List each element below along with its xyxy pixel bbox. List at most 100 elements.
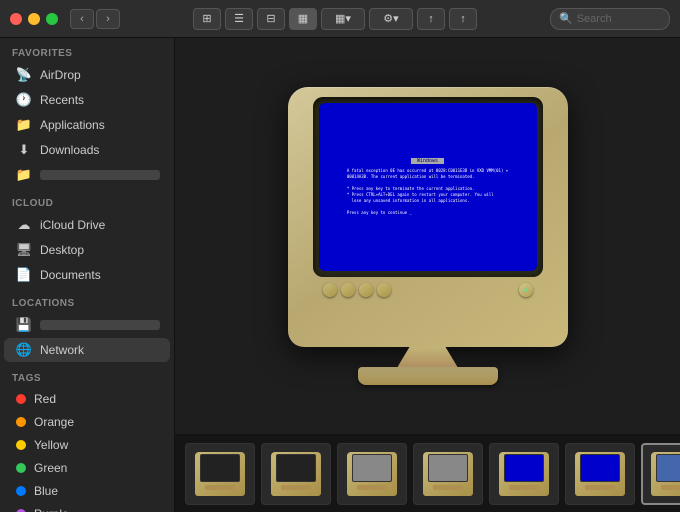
thumb-monitor-4 — [423, 452, 473, 496]
sidebar-item-recents[interactable]: 🕐 Recents — [4, 88, 170, 112]
monitor-buttons — [323, 283, 391, 297]
applications-label: Applications — [40, 118, 160, 132]
documents-label: Documents — [40, 268, 160, 282]
monitor-screen: Windows A fatal exception 0E has occurre… — [319, 103, 537, 271]
sidebar-item-tag-yellow[interactable]: Yellow — [4, 434, 170, 456]
favorites-section-label: Favorites — [0, 38, 174, 62]
monitor-btn-1[interactable] — [323, 283, 337, 297]
tag-blue-label: Blue — [34, 484, 160, 498]
sidebar-item-desktop[interactable]: 🖥 Desktop — [4, 238, 170, 262]
thumbnail-7[interactable] — [641, 443, 680, 505]
preview-area: Windows A fatal exception 0E has occurre… — [175, 38, 680, 434]
thumb-screen-7 — [656, 454, 680, 482]
power-led — [524, 288, 528, 292]
thumb-base-3 — [357, 485, 387, 490]
monitor-base — [358, 367, 498, 385]
thumbnail-6[interactable] — [565, 443, 635, 505]
sidebar-item-tag-blue[interactable]: Blue — [4, 480, 170, 502]
sidebar-item-tag-red[interactable]: Red — [4, 388, 170, 410]
thumbnail-3[interactable] — [337, 443, 407, 505]
cover-flow-button[interactable]: ▦▾ — [321, 8, 365, 30]
device-icon: 💾 — [16, 317, 32, 333]
screen-bezel: Windows A fatal exception 0E has occurre… — [313, 97, 543, 277]
thumb-screen-5 — [504, 454, 544, 482]
sidebar-item-airdrop[interactable]: 📡 AirDrop — [4, 63, 170, 87]
monitor-btn-4[interactable] — [377, 283, 391, 297]
network-icon: 🌐 — [16, 342, 32, 358]
thumb-base-7 — [661, 485, 680, 490]
sidebar-item-applications[interactable]: 📁 Applications — [4, 113, 170, 137]
close-button[interactable] — [10, 13, 22, 25]
tag-orange-dot — [16, 417, 26, 427]
airdrop-icon: 📡 — [16, 67, 32, 83]
tag-green-label: Green — [34, 461, 160, 475]
downloads-label: Downloads — [40, 143, 160, 157]
sidebar-item-device[interactable]: 💾 — [4, 313, 170, 337]
recents-icon: 🕐 — [16, 92, 32, 108]
crt-monitor: Windows A fatal exception 0E has occurre… — [288, 87, 568, 347]
thumb-base-6 — [585, 485, 615, 490]
settings-button[interactable]: ⚙▾ — [369, 8, 413, 30]
thumbnail-1[interactable] — [185, 443, 255, 505]
recents-label: Recents — [40, 93, 160, 107]
tag-blue-dot — [16, 486, 26, 496]
list-view-button[interactable]: ☰ — [225, 8, 253, 30]
minimize-button[interactable] — [28, 13, 40, 25]
sidebar-item-tag-orange[interactable]: Orange — [4, 411, 170, 433]
sidebar-item-downloads[interactable]: ⬇ Downloads — [4, 138, 170, 162]
content-area: Windows A fatal exception 0E has occurre… — [175, 38, 680, 512]
back-button[interactable]: ‹ — [70, 9, 94, 29]
sidebar-item-network[interactable]: 🌐 Network — [4, 338, 170, 362]
monitor-container: Windows A fatal exception 0E has occurre… — [288, 87, 568, 385]
thumbnail-5[interactable] — [489, 443, 559, 505]
traffic-lights — [10, 13, 58, 25]
bsod-content: Windows A fatal exception 0E has occurre… — [339, 150, 516, 224]
desktop-label: Desktop — [40, 243, 160, 257]
sidebar-item-tag-green[interactable]: Green — [4, 457, 170, 479]
view-icon-button[interactable]: ⊞ — [193, 8, 221, 30]
thumb-base-5 — [509, 485, 539, 490]
toolbar-center: ⊞ ☰ ⊟ ▦ ▦▾ ⚙▾ ↑ ↑ — [128, 8, 542, 30]
thumbnail-2[interactable] — [261, 443, 331, 505]
sidebar-item-hidden1[interactable]: 📁 — [4, 163, 170, 187]
thumb-screen-6 — [580, 454, 620, 482]
tag-red-dot — [16, 394, 26, 404]
toolbar-right: 🔍 Search — [550, 8, 670, 30]
search-bar[interactable]: 🔍 Search — [550, 8, 670, 30]
sidebar-item-icloud-drive[interactable]: ☁ iCloud Drive — [4, 213, 170, 237]
downloads-icon: ⬇ — [16, 142, 32, 158]
tag-yellow-label: Yellow — [34, 438, 160, 452]
search-placeholder: Search — [577, 13, 612, 25]
bsod-text: A fatal exception 0E has occurred at 002… — [347, 168, 508, 216]
hidden-label-1 — [40, 170, 160, 180]
main: Favorites 📡 AirDrop 🕐 Recents 📁 Applicat… — [0, 38, 680, 512]
monitor-btn-3[interactable] — [359, 283, 373, 297]
column-view-button[interactable]: ⊟ — [257, 8, 285, 30]
airdrop-label: AirDrop — [40, 68, 160, 82]
documents-icon: 📄 — [16, 267, 32, 283]
tag-yellow-dot — [16, 440, 26, 450]
thumb-screen-4 — [428, 454, 468, 482]
device-label — [40, 320, 160, 330]
locations-section-label: Locations — [0, 288, 174, 312]
monitor-power-button[interactable] — [519, 283, 533, 297]
thumb-monitor-5 — [499, 452, 549, 496]
tag-orange-label: Orange — [34, 415, 160, 429]
thumb-base-4 — [433, 485, 463, 490]
monitor-neck — [398, 347, 458, 367]
tags-section-label: Tags — [0, 363, 174, 387]
action-button[interactable]: ↑ — [449, 8, 477, 30]
sidebar-item-tag-purple[interactable]: Purple — [4, 503, 170, 512]
tag-red-label: Red — [34, 392, 160, 406]
forward-button[interactable]: › — [96, 9, 120, 29]
thumb-monitor-6 — [575, 452, 625, 496]
gallery-view-button[interactable]: ▦ — [289, 8, 317, 30]
sidebar-item-documents[interactable]: 📄 Documents — [4, 263, 170, 287]
monitor-btn-2[interactable] — [341, 283, 355, 297]
sidebar: Favorites 📡 AirDrop 🕐 Recents 📁 Applicat… — [0, 38, 175, 512]
filmstrip — [175, 434, 680, 512]
maximize-button[interactable] — [46, 13, 58, 25]
bsod-title: Windows — [411, 158, 444, 164]
thumbnail-4[interactable] — [413, 443, 483, 505]
share-button[interactable]: ↑ — [417, 8, 445, 30]
